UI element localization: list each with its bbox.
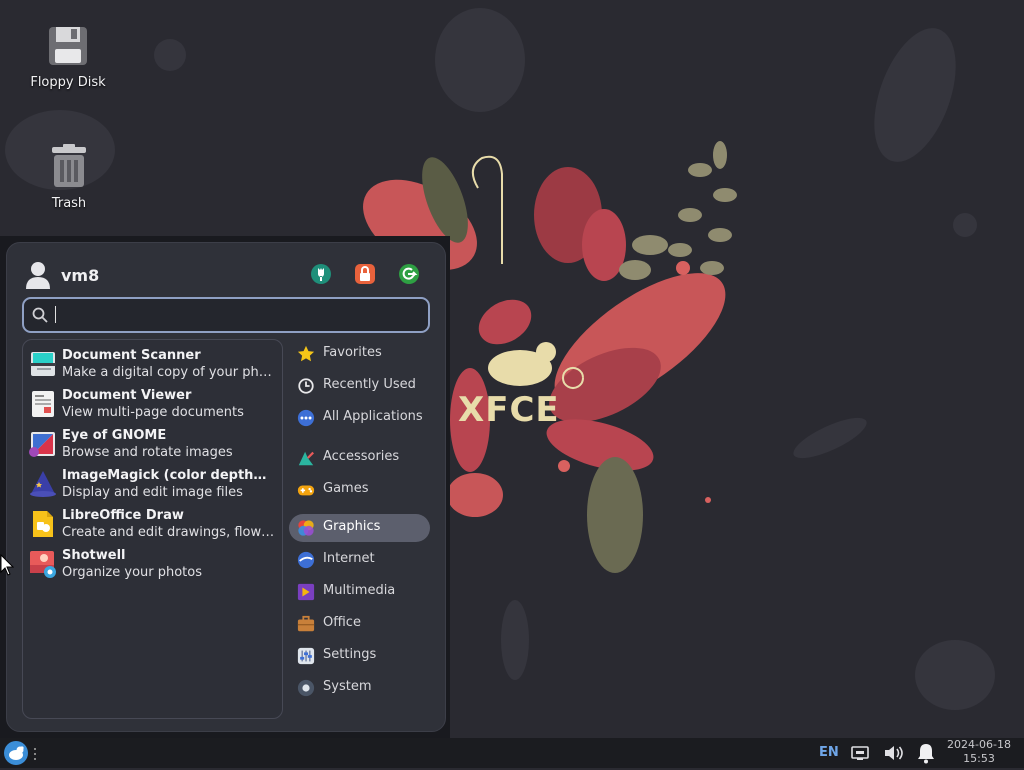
- graphics-icon: [298, 520, 314, 536]
- shotwell-icon: [30, 551, 56, 578]
- desktop-icon-label: Trash: [51, 196, 87, 211]
- desktop-icon-label: Floppy Disk: [30, 75, 106, 90]
- multimedia-icon: [297, 583, 315, 601]
- clock-icon: [298, 378, 314, 394]
- text-caret: [55, 306, 56, 323]
- clock[interactable]: 2024-06-18 15:53: [944, 738, 1014, 766]
- app-item-libreoffice-draw[interactable]: LibreOffice Draw Create and edit drawing…: [29, 506, 279, 546]
- application-list: Document Scanner Make a digital copy of …: [22, 339, 283, 719]
- category-settings[interactable]: Settings: [289, 642, 430, 670]
- category-label: All Applications: [323, 409, 423, 424]
- bell-icon: [918, 744, 934, 764]
- trash-icon: [52, 144, 86, 187]
- app-name: LibreOffice Draw: [62, 508, 184, 523]
- lock-screen-icon: [355, 264, 375, 284]
- desktop-icon-trash[interactable]: Trash: [24, 144, 114, 211]
- category-office[interactable]: Office: [289, 610, 430, 638]
- app-name: Document Scanner: [62, 348, 201, 363]
- app-item-shotwell[interactable]: Shotwell Organize your photos: [29, 546, 279, 586]
- category-internet[interactable]: Internet: [289, 546, 430, 574]
- app-item-document-viewer[interactable]: Document Viewer View multi-page document…: [29, 386, 279, 426]
- app-item-eye-of-gnome[interactable]: Eye of GNOME Browse and rotate images: [29, 426, 279, 466]
- clock-time: 15:53: [963, 752, 995, 765]
- libreoffice-draw-icon: [33, 511, 53, 537]
- app-description: Browse and rotate images: [62, 445, 233, 460]
- search-box[interactable]: [22, 297, 430, 333]
- category-label: Games: [323, 481, 369, 496]
- app-name: Document Viewer: [62, 388, 192, 403]
- xfce-mouse-logo-icon: [4, 741, 28, 765]
- app-description: View multi-page documents: [62, 405, 244, 420]
- keyboard-layout-indicator[interactable]: EN: [819, 745, 839, 760]
- mouse-pointer-icon: [0, 554, 14, 576]
- category-all-applications[interactable]: All Applications: [289, 404, 430, 432]
- category-label: Graphics: [323, 519, 381, 534]
- settings-manager-button[interactable]: [310, 263, 332, 285]
- network-button[interactable]: [851, 745, 869, 765]
- category-games[interactable]: Games: [289, 476, 430, 504]
- volume-button[interactable]: [884, 744, 904, 766]
- whisker-menu-body: vm8 Document Scanner Make a digital copy…: [6, 242, 446, 732]
- clock-date: 2024-06-18: [947, 738, 1011, 751]
- category-label: System: [323, 679, 372, 694]
- app-item-imagemagick[interactable]: ImageMagick (color depth… Display and ed…: [29, 466, 279, 506]
- app-name: ImageMagick (color depth…: [62, 468, 267, 483]
- app-name: Shotwell: [62, 548, 126, 563]
- whisker-menu-button[interactable]: [3, 740, 29, 766]
- category-label: Office: [323, 615, 361, 630]
- category-label: Recently Used: [323, 377, 416, 392]
- volume-icon: [885, 746, 903, 760]
- briefcase-icon: [297, 615, 315, 632]
- lock-screen-button[interactable]: [354, 263, 376, 285]
- category-label: Multimedia: [323, 583, 396, 598]
- user-avatar-icon: [26, 262, 50, 289]
- sliders-icon: [297, 647, 315, 665]
- search-input[interactable]: [54, 301, 418, 329]
- app-description: Make a digital copy of your ph…: [62, 365, 272, 380]
- xfce-logo-text: XFCE: [458, 390, 560, 430]
- all-apps-icon: [297, 409, 315, 427]
- category-system[interactable]: System: [289, 674, 430, 702]
- app-description: Organize your photos: [62, 565, 203, 580]
- app-description: Create and edit drawings, flow…: [62, 525, 275, 540]
- gamepad-icon: [297, 485, 315, 496]
- search-icon: [32, 307, 48, 323]
- network-wired-icon: [851, 746, 869, 760]
- settings-manager-icon: [311, 264, 331, 284]
- category-accessories[interactable]: Accessories: [289, 444, 430, 472]
- system-icon: [297, 679, 315, 697]
- app-name: Eye of GNOME: [62, 428, 167, 443]
- whisker-menu: vm8 Document Scanner Make a digital copy…: [0, 236, 450, 738]
- imagemagick-wizard-icon: [30, 471, 56, 497]
- app-description: Display and edit image files: [62, 485, 243, 500]
- category-graphics[interactable]: Graphics: [289, 514, 430, 542]
- star-icon: [297, 345, 315, 362]
- floppy-disk-icon: [49, 27, 87, 65]
- bottom-panel: EN 2024-06-18 15:53: [0, 738, 1024, 768]
- logout-button[interactable]: [398, 263, 420, 285]
- category-recently-used[interactable]: Recently Used: [289, 372, 430, 400]
- document-scanner-icon: [30, 352, 56, 376]
- panel-handle-icon: [34, 748, 36, 760]
- eye-of-gnome-icon: [29, 432, 55, 457]
- category-favorites[interactable]: Favorites: [289, 340, 430, 368]
- category-label: Accessories: [323, 449, 400, 464]
- category-multimedia[interactable]: Multimedia: [289, 578, 430, 606]
- category-label: Settings: [323, 647, 377, 662]
- app-item-document-scanner[interactable]: Document Scanner Make a digital copy of …: [29, 346, 279, 386]
- desktop-icon-floppy-disk[interactable]: Floppy Disk: [23, 25, 113, 90]
- accessories-icon: [298, 451, 314, 466]
- user-info: vm8: [25, 259, 99, 291]
- notifications-button[interactable]: [916, 742, 936, 768]
- category-label: Internet: [323, 551, 375, 566]
- category-label: Favorites: [323, 345, 382, 360]
- logout-icon: [399, 264, 419, 284]
- document-viewer-icon: [32, 391, 54, 417]
- username: vm8: [61, 265, 100, 285]
- globe-icon: [297, 551, 315, 569]
